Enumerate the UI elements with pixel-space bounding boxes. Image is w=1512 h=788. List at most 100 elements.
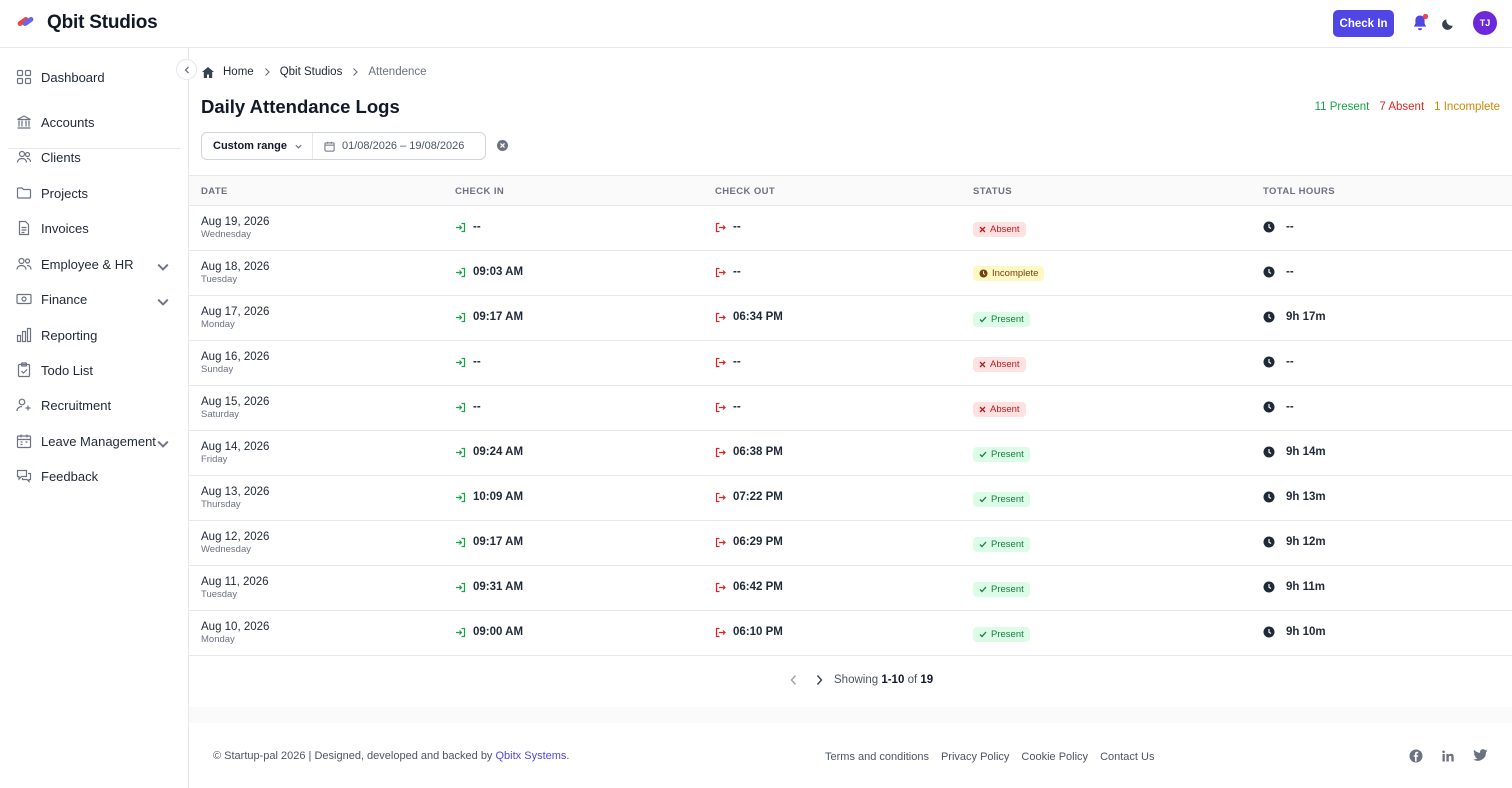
sidebar-item-dashboard[interactable]: Dashboard: [16, 65, 176, 89]
total-hours-value: 9h 11m: [1286, 581, 1325, 593]
check-out-cell: 06:38 PM: [715, 446, 783, 458]
check-in-time: 10:09 AM: [473, 491, 524, 503]
total-hours-value: 9h 10m: [1286, 626, 1326, 638]
sidebar-item-label: Recruitment: [41, 397, 112, 413]
status-label: Absent: [990, 404, 1020, 415]
sidebar-item-projects[interactable]: Projects: [16, 181, 176, 205]
sidebar-item-todo-list[interactable]: Todo List: [16, 358, 176, 382]
user-avatar[interactable]: TJ: [1473, 11, 1497, 35]
notification-bell-icon[interactable]: [1412, 13, 1429, 37]
home-icon[interactable]: [201, 66, 215, 79]
sidebar-item-clients[interactable]: Clients: [16, 145, 176, 169]
check-in-button[interactable]: Check In: [1333, 10, 1394, 37]
total-hours-cell: 9h 12m: [1263, 536, 1326, 548]
table-row: Aug 15, 2026 Saturday -- -- Absent --: [189, 386, 1512, 431]
clock-icon: [1263, 311, 1275, 323]
status-badge: Present: [973, 627, 1030, 642]
weekday-value: Saturday: [201, 409, 240, 420]
check-out-time: 06:42 PM: [733, 581, 783, 593]
date-cell: Aug 17, 2026 Monday: [201, 305, 269, 331]
linkedin-icon[interactable]: [1441, 749, 1455, 763]
date-range-input[interactable]: 01/08/2026 – 19/08/2026: [313, 140, 464, 152]
next-page-button[interactable]: [810, 674, 828, 686]
pagination-of: of: [907, 674, 918, 686]
status-badge: Present: [973, 537, 1030, 552]
check-out-time: 06:29 PM: [733, 536, 783, 548]
clipboard-check-icon: [17, 362, 31, 378]
total-hours-value: --: [1286, 356, 1294, 368]
clock-icon: [1263, 356, 1275, 368]
check-in-time: 09:31 AM: [473, 581, 524, 593]
breadcrumb-home[interactable]: Home: [223, 66, 254, 78]
sidebar-item-accounts[interactable]: Accounts: [16, 110, 176, 134]
check-in-cell: --: [455, 356, 481, 368]
dark-mode-moon-icon[interactable]: [1442, 16, 1456, 35]
sidebar-item-invoices[interactable]: Invoices: [16, 216, 176, 240]
check-in-cell: 09:03 AM: [455, 266, 523, 278]
chevron-right-icon: [264, 68, 270, 76]
check-icon: [979, 451, 987, 458]
user-plus-icon: [16, 398, 31, 412]
check-out-cell: 06:34 PM: [715, 311, 783, 323]
clear-filter-icon[interactable]: [496, 139, 509, 157]
date-value: Aug 14, 2026: [201, 441, 270, 453]
check-out-time: --: [733, 356, 741, 368]
check-in-cell: 09:17 AM: [455, 536, 523, 548]
logo-icon: [16, 13, 38, 34]
chevron-down-icon: [295, 144, 302, 149]
status-cell: Absent: [973, 220, 1026, 238]
status-cell: Present: [973, 625, 1030, 643]
qbitx-link[interactable]: Qbitx Systems: [496, 750, 567, 762]
privacy-link[interactable]: Privacy Policy: [941, 751, 1009, 763]
check-in-cell: 09:24 AM: [455, 446, 523, 458]
sidebar-item-finance[interactable]: Finance: [16, 287, 176, 311]
status-cell: Present: [973, 490, 1030, 508]
attendance-table: DATE CHECK IN CHECK OUT STATUS TOTAL HOU…: [189, 175, 1512, 656]
check-in-icon: [456, 402, 466, 412]
table-row: Aug 16, 2026 Sunday -- -- Absent --: [189, 341, 1512, 386]
check-out-icon: [715, 267, 726, 277]
sidebar-item-recruitment[interactable]: Recruitment: [16, 393, 176, 417]
date-value: Aug 17, 2026: [201, 306, 270, 318]
weekday-value: Wednesday: [201, 229, 251, 240]
dashboard-icon: [16, 69, 32, 85]
total-hours-value: 9h 17m: [1286, 311, 1326, 323]
range-select[interactable]: Custom range: [202, 133, 313, 159]
sidebar-collapse-button[interactable]: [176, 59, 197, 80]
brand[interactable]: Qbit Studios: [16, 12, 158, 34]
clock-icon: [979, 269, 988, 278]
pagination-prefix: Showing: [834, 674, 879, 686]
cookie-link[interactable]: Cookie Policy: [1021, 751, 1088, 763]
check-out-icon: [715, 537, 726, 547]
sidebar-item-employee-hr[interactable]: Employee & HR: [16, 252, 176, 276]
previous-page-button[interactable]: [784, 674, 802, 686]
clock-icon: [1263, 491, 1275, 503]
status-label: Absent: [990, 224, 1020, 235]
status-cell: Present: [973, 580, 1030, 598]
date-cell: Aug 11, 2026 Tuesday: [201, 575, 269, 601]
check-in-icon: [456, 222, 466, 232]
check-out-icon: [715, 447, 726, 457]
check-icon: [979, 496, 987, 503]
status-badge: Present: [973, 312, 1030, 327]
check-out-icon: [715, 627, 726, 637]
clock-icon: [1263, 266, 1275, 278]
calendar-icon: [16, 434, 32, 449]
facebook-icon[interactable]: [1409, 749, 1423, 763]
sidebar-item-reporting[interactable]: Reporting: [16, 323, 176, 347]
breadcrumb-org[interactable]: Qbit Studios: [280, 66, 343, 78]
twitter-icon[interactable]: [1473, 749, 1488, 762]
sidebar-item-feedback[interactable]: Feedback: [16, 464, 176, 488]
check-in-cell: 10:09 AM: [455, 491, 523, 503]
contact-link[interactable]: Contact Us: [1100, 751, 1154, 763]
check-in-icon: [456, 582, 466, 592]
total-hours-cell: 9h 10m: [1263, 626, 1326, 638]
clock-icon: [1263, 626, 1275, 638]
status-cell: Present: [973, 445, 1030, 463]
check-in-cell: --: [455, 221, 481, 233]
terms-link[interactable]: Terms and conditions: [825, 751, 929, 763]
sidebar-item-leave-management[interactable]: Leave Management: [16, 429, 176, 453]
bank-icon: [17, 115, 31, 129]
top-bar: Qbit Studios Check In TJ: [0, 0, 1512, 48]
date-cell: Aug 12, 2026 Wednesday: [201, 530, 269, 556]
